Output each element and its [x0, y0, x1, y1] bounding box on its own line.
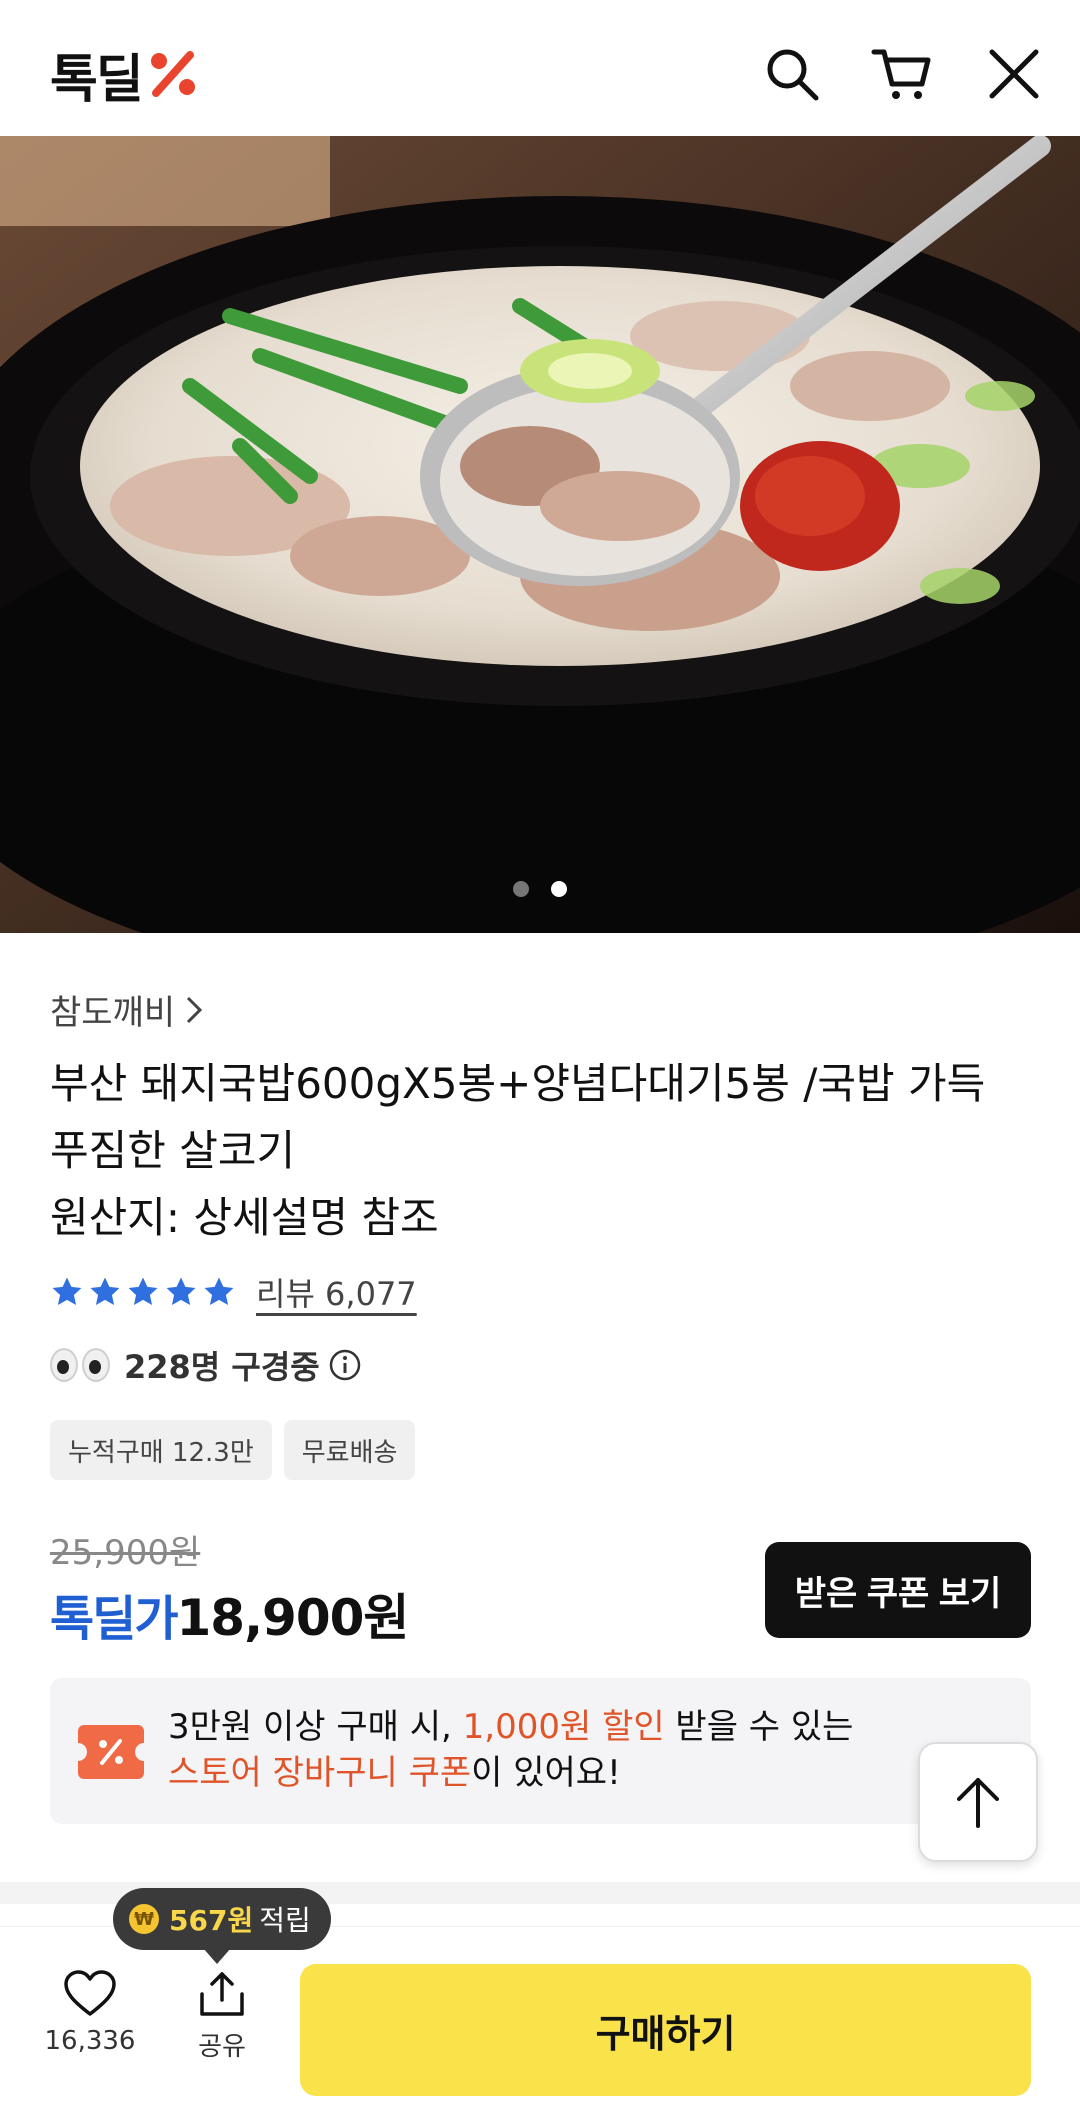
carousel-dots [0, 881, 1080, 897]
banner-text-end: 이 있어요! [471, 1753, 621, 1793]
review-link[interactable]: 리뷰 6,077 [256, 1269, 417, 1315]
scroll-top-button[interactable] [918, 1742, 1038, 1862]
like-button[interactable]: 16,336 [40, 1970, 140, 2056]
sale-price-row: 톡딜가 18,900원 [50, 1578, 409, 1650]
eye-left [50, 1348, 78, 1382]
seller-link[interactable]: 참도깨비 [50, 985, 203, 1034]
title-line-1: 부산 돼지국밥600gX5봉+양념다대기5봉 /국밥 가득 [50, 1059, 986, 1108]
heart-icon [64, 1970, 116, 2016]
badge-free-shipping: 무료배송 [283, 1420, 416, 1480]
share-icon [200, 1972, 244, 2016]
points-amount: 567원 [169, 1904, 254, 1937]
share-button[interactable]: 공유 [172, 1970, 272, 2063]
original-price: 25,900원 [50, 1533, 201, 1573]
star-icon [128, 1277, 158, 1306]
info-icon[interactable] [328, 1348, 362, 1382]
like-count: 16,336 [44, 2026, 136, 2056]
banner-line-2: 스토어 장바구니 쿠폰이 있어요! [168, 1750, 853, 1796]
product-image-carousel[interactable] [0, 136, 1080, 933]
logo-text: 톡딜 [50, 49, 144, 110]
eye-right [82, 1348, 110, 1382]
cart-icon[interactable] [870, 42, 934, 106]
sale-price: 18,900원 [176, 1589, 409, 1647]
badge-cumulative-purchase: 누적구매 12.3만 [50, 1420, 272, 1480]
star-icon [166, 1277, 196, 1306]
points-tooltip: ₩ 567원 적립 [113, 1888, 331, 1964]
talkdeal-logo[interactable]: 톡딜 [50, 42, 200, 110]
talkdeal-price-label: 톡딜가 [50, 1591, 178, 1647]
coupon-icon [78, 1725, 144, 1779]
store-coupon-banner[interactable]: 3만원 이상 구매 시, 1,000원 할인 받을 수 있는 스토어 장바구니 … [50, 1678, 1031, 1824]
banner-text-post: 받을 수 있는 [664, 1707, 854, 1747]
seller-name: 참도깨비 [50, 993, 176, 1033]
star-icon [52, 1277, 82, 1306]
chevron-right-icon [187, 996, 203, 1023]
app-header: 톡딜 [0, 0, 1080, 136]
product-badges: 누적구매 12.3만 무료배송 [50, 1420, 416, 1480]
share-label: 공유 [198, 2032, 246, 2062]
rating-stars [50, 1275, 236, 1309]
arrow-up-icon [957, 1778, 999, 1828]
points-suffix: 적립 [259, 1904, 311, 1937]
origin-line: 원산지: 상세설명 참조 [50, 1193, 439, 1242]
won-coin-icon: ₩ [129, 1904, 159, 1934]
carousel-dot-active[interactable] [551, 881, 567, 897]
viewers-row: 228명 구경중 [50, 1342, 362, 1388]
viewers-count: 228명 구경중 [124, 1348, 320, 1386]
title-line-2: 푸짐한 살코기 [50, 1126, 296, 1175]
banner-line-1: 3만원 이상 구매 시, 1,000원 할인 받을 수 있는 [168, 1704, 853, 1750]
percent-logo-icon [150, 51, 195, 97]
banner-discount-highlight: 1,000원 할인 [462, 1707, 665, 1747]
view-coupons-button[interactable]: 받은 쿠폰 보기 [765, 1542, 1031, 1638]
eyes-icon [50, 1348, 110, 1382]
product-title: 부산 돼지국밥600gX5봉+양념다대기5봉 /국밥 가득 푸짐한 살코기 원산… [50, 1050, 1030, 1251]
rating-row: 리뷰 6,077 [50, 1270, 417, 1314]
carousel-dot[interactable] [513, 881, 529, 897]
close-icon[interactable] [982, 42, 1046, 106]
product-photo [0, 136, 1080, 933]
search-icon[interactable] [760, 42, 824, 106]
banner-coupon-highlight: 스토어 장바구니 쿠폰 [168, 1753, 472, 1793]
banner-text-pre: 3만원 이상 구매 시, [168, 1707, 463, 1747]
buy-button[interactable]: 구매하기 [300, 1964, 1031, 2096]
star-icon [204, 1277, 234, 1306]
star-icon [90, 1277, 120, 1306]
coupon-banner-text: 3만원 이상 구매 시, 1,000원 할인 받을 수 있는 스토어 장바구니 … [168, 1704, 853, 1796]
